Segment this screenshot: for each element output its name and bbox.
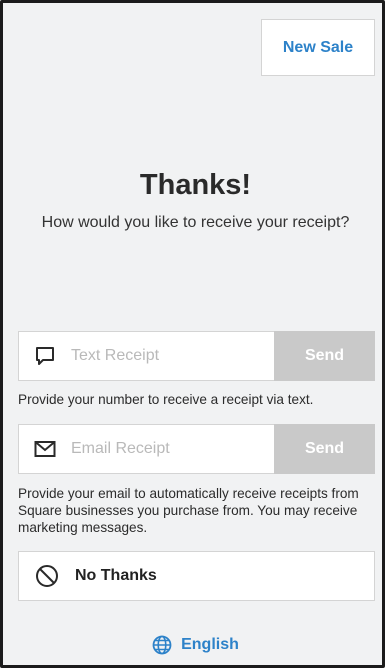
chat-bubble-icon [19,331,71,381]
page-subtitle: How would you like to receive your recei… [41,214,350,231]
page-title: Thanks! [139,169,252,201]
text-receipt-row: Send [18,331,375,381]
text-send-button[interactable]: Send [274,331,375,381]
prohibited-icon [21,551,73,601]
language-selector[interactable]: English [3,635,385,655]
email-receipt-hint: Provide your email to automatically rece… [18,486,359,535]
no-thanks-label: No Thanks [75,567,157,584]
text-receipt-field[interactable] [18,331,274,381]
text-receipt-hint: Provide your number to receive a receipt… [18,392,314,407]
globe-icon [152,635,172,655]
envelope-icon [19,424,71,474]
language-label: English [181,636,239,653]
text-receipt-input[interactable] [71,332,261,380]
email-receipt-field[interactable] [18,424,274,474]
new-sale-button[interactable]: New Sale [261,19,375,76]
email-send-button[interactable]: Send [274,424,375,474]
email-receipt-row: Send [18,424,375,474]
receipt-screen: New Sale Thanks! How would you like to r… [0,0,385,668]
email-receipt-input[interactable] [71,425,261,473]
no-thanks-button[interactable]: No Thanks [18,551,375,601]
